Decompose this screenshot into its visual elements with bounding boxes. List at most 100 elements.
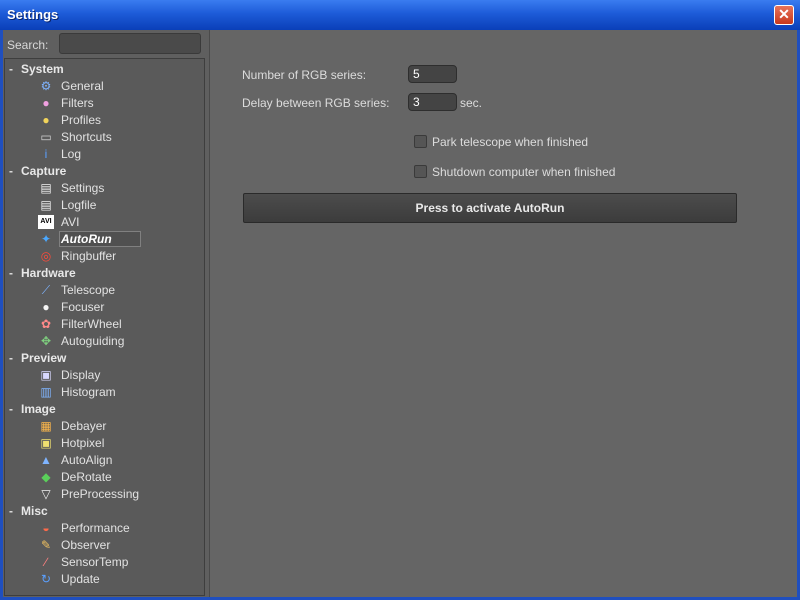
- category-label: System: [21, 62, 64, 76]
- filterwheel-icon: ✿: [40, 317, 52, 331]
- title-bar: Settings ✕: [0, 0, 800, 30]
- category-label: Capture: [21, 164, 67, 178]
- shutdown-computer-checkbox[interactable]: [414, 165, 427, 178]
- collapse-icon[interactable]: -: [9, 351, 13, 365]
- sidebar-item-focuser[interactable]: ● Focuser: [5, 299, 204, 316]
- close-icon: ✕: [778, 6, 790, 22]
- delay-label: Delay between RGB series:: [242, 96, 390, 110]
- settings-tree: - System ⚙ General ● Filters ● Profiles ▭ Shortcu…: [4, 58, 205, 596]
- telescope-icon: ⟋: [41, 283, 51, 297]
- sidebar-item-label: AVI: [61, 215, 80, 229]
- category-label: Image: [21, 402, 56, 416]
- sidebar-item-display[interactable]: ▣ Display: [5, 367, 204, 384]
- collapse-icon[interactable]: -: [9, 402, 13, 416]
- sidebar-item-observer[interactable]: ✎ Observer: [5, 537, 204, 554]
- sidebar-item-autorun[interactable]: ✦ AutoRun: [5, 231, 204, 248]
- sidebar-item-label: Profiles: [61, 113, 102, 127]
- sidebar-item-label: FilterWheel: [61, 317, 122, 331]
- monitor-icon: ▣: [40, 368, 52, 382]
- sidebar-item-label: Filters: [61, 96, 94, 110]
- pencil-icon: ✎: [40, 538, 52, 552]
- gear-icon: ⚙: [40, 79, 52, 93]
- collapse-icon[interactable]: -: [9, 266, 13, 280]
- thermometer-icon: ∕: [44, 555, 47, 569]
- pin-icon: ●: [42, 113, 50, 127]
- window-title: Settings: [7, 7, 59, 22]
- search-label: Search:: [7, 38, 49, 52]
- activate-autorun-button[interactable]: Press to activate AutoRun: [243, 193, 737, 223]
- info-icon: i: [44, 147, 48, 161]
- lifebuoy-icon: ◎: [40, 249, 52, 263]
- sidebar-item-label: Autoguiding: [61, 334, 125, 348]
- sidebar-item-label: Logfile: [61, 198, 97, 212]
- rgb-series-input[interactable]: 5: [408, 65, 457, 83]
- gauge-icon: ◒: [42, 521, 50, 535]
- document-icon: ▤: [40, 198, 52, 212]
- refresh-icon: ↻: [40, 572, 52, 586]
- runner-icon: ✦: [40, 232, 52, 246]
- collapse-icon[interactable]: -: [9, 504, 13, 518]
- sidebar-item-histogram[interactable]: ▥ Histogram: [5, 384, 204, 401]
- sidebar-item-label: AutoRun: [61, 232, 112, 246]
- sidebar-item-label: Telescope: [61, 283, 116, 297]
- sidebar-item-debayer[interactable]: ▦ Debayer: [5, 418, 204, 435]
- sidebar-item-performance[interactable]: ◒ Performance: [5, 520, 204, 537]
- sidebar-item-label: Debayer: [61, 419, 107, 433]
- sidebar-item-label: Ringbuffer: [61, 249, 117, 263]
- close-button[interactable]: ✕: [774, 5, 794, 25]
- avi-icon: AVI: [38, 215, 54, 229]
- sidebar-item-log[interactable]: i Log: [5, 146, 204, 163]
- rgb-series-label: Number of RGB series:: [242, 68, 367, 82]
- sidebar-item-autoguiding[interactable]: ✥ Autoguiding: [5, 333, 204, 350]
- collapse-icon[interactable]: -: [9, 62, 13, 76]
- shutdown-computer-label: Shutdown computer when finished: [432, 165, 616, 179]
- search-input[interactable]: [59, 33, 201, 54]
- sidebar-item-preprocessing[interactable]: ▽ PreProcessing: [5, 486, 204, 503]
- sidebar-item-settings[interactable]: ▤ Settings: [5, 180, 204, 197]
- sidebar-item-filters[interactable]: ● Filters: [5, 95, 204, 112]
- rotate-icon: ◆: [41, 470, 51, 484]
- sidebar-item-derotate[interactable]: ◆ DeRotate: [5, 469, 204, 486]
- sidebar-item-logfile[interactable]: ▤ Logfile: [5, 197, 204, 214]
- sidebar-item-label: General: [61, 79, 104, 93]
- sidebar-item-autoalign[interactable]: ▲ AutoAlign: [5, 452, 204, 469]
- window-client: Search: - System ⚙ General ● Filters ● Profiles…: [3, 30, 797, 597]
- sidebar-item-ringbuffer[interactable]: ◎ Ringbuffer: [5, 248, 204, 265]
- grid-icon: ▦: [40, 419, 52, 433]
- category-label: Misc: [21, 504, 48, 518]
- sidebar-item-label: Log: [61, 147, 82, 161]
- sidebar-item-label: Display: [61, 368, 101, 382]
- sidebar-item-label: Settings: [61, 181, 105, 195]
- sidebar-item-general[interactable]: ⚙ General: [5, 78, 204, 95]
- delay-input[interactable]: 3: [408, 93, 457, 111]
- focuser-icon: ●: [42, 300, 50, 314]
- sidebar-item-label: AutoAlign: [61, 453, 113, 467]
- sidebar-item-avi[interactable]: AVI AVI: [5, 214, 204, 231]
- sidebar-item-update[interactable]: ↻ Update: [5, 571, 204, 588]
- color-wheel-icon: ●: [42, 96, 50, 110]
- keyboard-icon: ▭: [40, 130, 52, 144]
- funnel-icon: ▽: [41, 487, 51, 501]
- sidebar-item-label: Shortcuts: [61, 130, 112, 144]
- park-telescope-checkbox[interactable]: [414, 135, 427, 148]
- histogram-icon: ▥: [40, 385, 52, 399]
- collapse-icon[interactable]: -: [9, 164, 13, 178]
- sidebar-item-label: DeRotate: [61, 470, 112, 484]
- align-icon: ▲: [40, 453, 52, 467]
- category-label: Preview: [21, 351, 67, 365]
- sidebar-item-label: Focuser: [61, 300, 105, 314]
- sidebar-item-label: Histogram: [61, 385, 116, 399]
- sidebar-item-shortcuts[interactable]: ▭ Shortcuts: [5, 129, 204, 146]
- sidebar-item-telescope[interactable]: ⟋ Telescope: [5, 282, 204, 299]
- sidebar-item-filterwheel[interactable]: ✿ FilterWheel: [5, 316, 204, 333]
- sidebar-item-hotpixel[interactable]: ▣ Hotpixel: [5, 435, 204, 452]
- autorun-panel: Number of RGB series: 5 Delay between RG…: [209, 30, 797, 597]
- sidebar-item-label: Update: [61, 572, 100, 586]
- sidebar-item-label: Observer: [61, 538, 111, 552]
- sidebar-item-label: PreProcessing: [61, 487, 140, 501]
- sidebar-item-sensortemp[interactable]: ∕ SensorTemp: [5, 554, 204, 571]
- sidebar-item-profiles[interactable]: ● Profiles: [5, 112, 204, 129]
- park-telescope-label: Park telescope when finished: [432, 135, 589, 149]
- sidebar: Search: - System ⚙ General ● Filters ● Profiles…: [3, 30, 206, 597]
- delay-unit: sec.: [460, 96, 483, 110]
